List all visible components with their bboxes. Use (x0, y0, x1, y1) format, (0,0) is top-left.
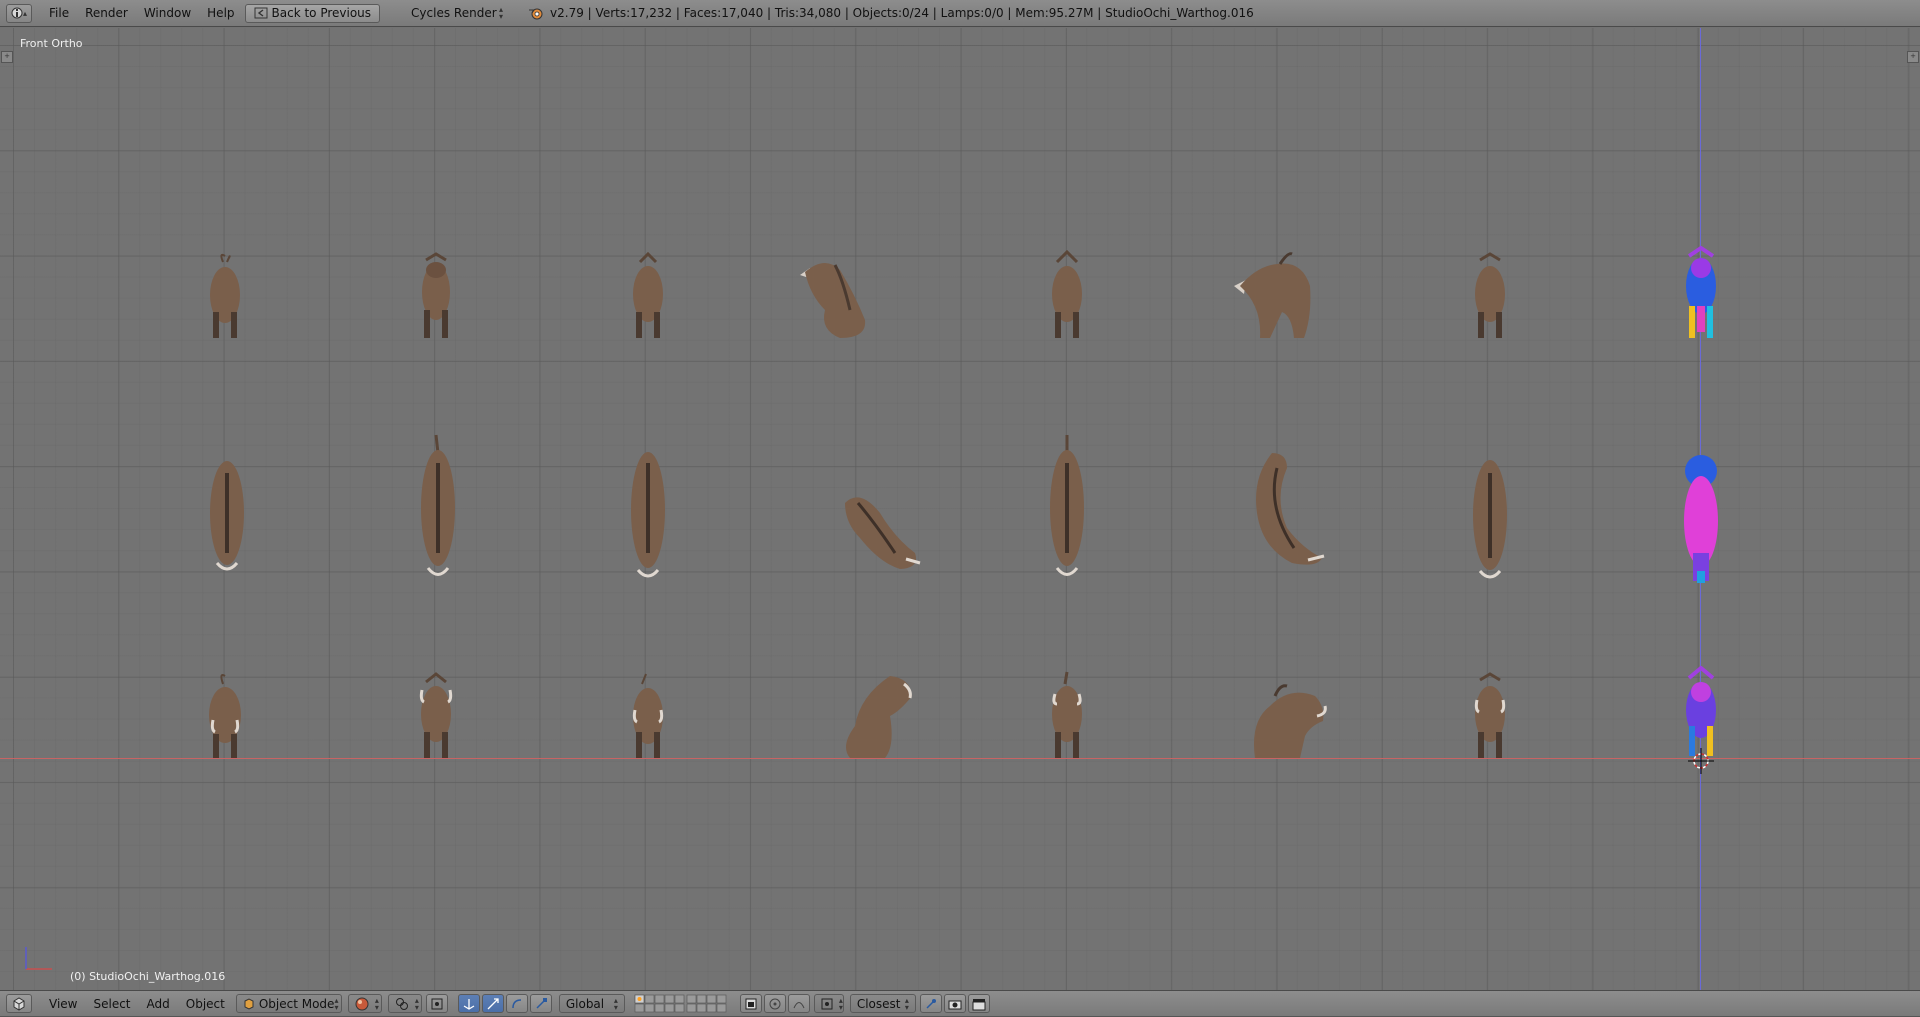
proportional-editing-icon[interactable] (763, 994, 786, 1013)
warthog-model[interactable] (205, 670, 245, 760)
3d-view-header: View Select Add Object Object Mode ▴ ▾ ▴ ▾… (0, 990, 1920, 1017)
warthog-model[interactable] (628, 438, 668, 583)
warthog-model[interactable] (1470, 250, 1510, 340)
scene-stats: v2.79 | Verts:17,232 | Faces:17,040 | Tr… (550, 6, 1254, 20)
toolshelf-toggle-icon[interactable]: + (1, 51, 13, 63)
viewport-shading-dropdown[interactable]: ▴ ▾ (347, 994, 382, 1013)
object-mode-icon (243, 997, 255, 1010)
warthog-model[interactable] (416, 670, 456, 760)
warthog-weightpaint-model[interactable] (1681, 453, 1721, 588)
lock-layers-icon[interactable] (739, 994, 762, 1013)
transform-orientation-label: Global (565, 996, 605, 1011)
3d-viewport[interactable]: + + Front Ortho (0) StudioOchi_Warthog.0… (0, 28, 1920, 990)
scale-icon[interactable] (529, 994, 552, 1013)
camera-render-icon[interactable] (943, 994, 966, 1013)
warthog-model[interactable] (418, 433, 458, 583)
render-engine-dropdown[interactable]: Cycles Render ▴ ▾ (405, 4, 509, 23)
interaction-mode-label: Object Mode (258, 996, 335, 1011)
menu-object[interactable]: Object (178, 997, 233, 1011)
snap-element-dropdown[interactable]: ▴ ▾ (813, 994, 844, 1013)
warthog-model[interactable] (1245, 666, 1330, 760)
transform-manipulator-toggle-icon[interactable] (457, 994, 480, 1013)
warthog-model[interactable] (1470, 453, 1510, 588)
proportional-falloff-icon[interactable] (787, 994, 810, 1013)
warthog-model[interactable] (205, 250, 245, 340)
properties-toggle-icon[interactable]: + (1907, 51, 1919, 63)
pivot-icon (395, 997, 409, 1011)
rotate-icon[interactable] (505, 994, 528, 1013)
menu-select[interactable]: Select (85, 997, 138, 1011)
render-engine-label: Cycles Render (411, 6, 497, 20)
info-header: ▴ File Render Window Help Back to Previo… (0, 0, 1920, 27)
warthog-model[interactable] (207, 453, 247, 583)
warthog-model[interactable] (840, 483, 925, 573)
view-name-label: Front Ortho (20, 37, 83, 50)
dropdown-arrows-icon: ▴ ▾ (499, 5, 504, 21)
limit-selection-icon[interactable] (425, 994, 448, 1013)
warthog-model[interactable] (416, 250, 456, 340)
translate-icon[interactable] (481, 994, 504, 1013)
menu-add[interactable]: Add (139, 997, 178, 1011)
snap-toggle-icon[interactable] (919, 994, 942, 1013)
back-to-previous-label: Back to Previous (271, 6, 372, 20)
snap-target-dropdown[interactable]: Closest ▴ ▾ (849, 994, 916, 1013)
dropdown-arrows-icon: ▴ ▾ (414, 995, 419, 1012)
3d-view-icon[interactable] (6, 994, 32, 1013)
menu-help[interactable]: Help (199, 6, 242, 20)
warthog-weightpaint-model[interactable] (1681, 246, 1721, 340)
warthog-model[interactable] (1232, 246, 1317, 340)
warthog-model[interactable] (1470, 670, 1510, 760)
back-icon (254, 7, 268, 19)
view-axes-gizmo-icon (25, 947, 52, 970)
menu-render[interactable]: Render (77, 6, 136, 20)
snap-icon (821, 998, 833, 1010)
dropdown-arrows-icon: ▴ ▾ (904, 995, 909, 1012)
menu-window[interactable]: Window (136, 6, 199, 20)
dropdown-arrows-icon: ▴ ▾ (613, 995, 618, 1012)
clapper-icon[interactable] (967, 994, 990, 1013)
menu-view[interactable]: View (41, 997, 85, 1011)
warthog-model[interactable] (1242, 448, 1327, 578)
dropdown-arrows-icon: ▴ ▾ (334, 995, 339, 1012)
back-to-previous-button[interactable]: Back to Previous (244, 3, 381, 23)
warthog-model[interactable] (1047, 670, 1087, 760)
warthog-model[interactable] (628, 670, 668, 760)
warthog-model[interactable] (795, 250, 875, 340)
blender-logo-icon (528, 6, 544, 20)
warthog-model[interactable] (1047, 433, 1087, 583)
dropdown-arrows-icon: ▴ ▾ (374, 995, 379, 1012)
x-axis-line (0, 758, 1920, 759)
3d-cursor-icon[interactable] (1686, 746, 1716, 776)
transform-orientation-dropdown[interactable]: Global ▴ ▾ (558, 994, 625, 1013)
menu-file[interactable]: File (41, 6, 77, 20)
active-object-label: (0) StudioOchi_Warthog.016 (70, 970, 226, 983)
dropdown-arrows-icon: ▴ ▾ (838, 995, 843, 1012)
warthog-model[interactable] (840, 666, 920, 760)
svg-text:▴: ▴ (23, 9, 27, 18)
warthog-model[interactable] (1047, 250, 1087, 340)
sphere-shading-icon (355, 997, 369, 1011)
snap-target-label: Closest (856, 996, 901, 1011)
interaction-mode-dropdown[interactable]: Object Mode ▴ ▾ (235, 994, 342, 1013)
warthog-model[interactable] (628, 250, 668, 340)
pivot-point-dropdown[interactable]: ▴ ▾ (387, 994, 422, 1013)
layer-buttons[interactable] (634, 994, 734, 1014)
info-icon[interactable]: ▴ (6, 3, 32, 23)
